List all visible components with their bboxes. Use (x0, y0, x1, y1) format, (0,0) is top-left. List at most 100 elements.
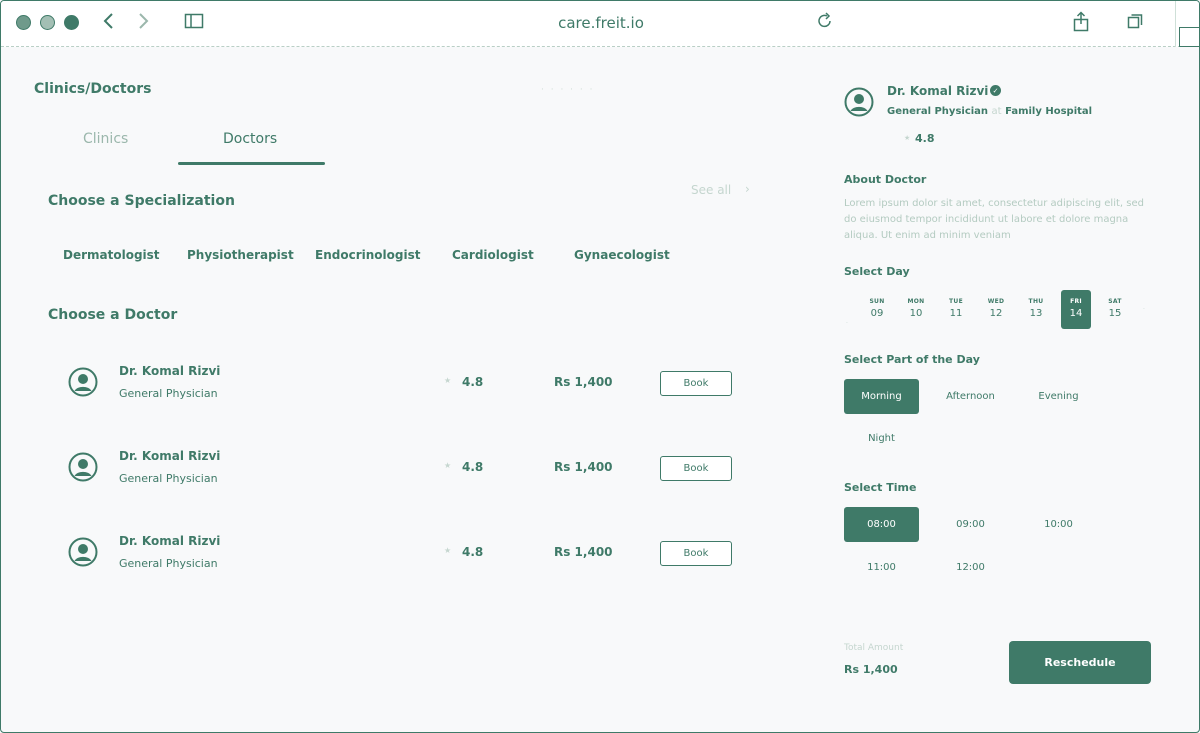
day-option-sat[interactable]: SAT 15 (1100, 290, 1130, 329)
window-maximize-button[interactable] (64, 15, 79, 30)
star-icon: ★ (444, 461, 452, 470)
detail-specialty: General Physician (887, 106, 989, 117)
detail-doctor-specialty-line: General Physician at Family Hospital (887, 106, 1092, 117)
day-option-thu[interactable]: THU 13 (1021, 290, 1051, 329)
book-button[interactable]: Book (660, 541, 732, 566)
scroll-left-indicator[interactable]: · (846, 320, 848, 327)
star-icon: ★ (444, 376, 452, 385)
doctor-price: Rs 1,400 (554, 460, 613, 474)
day-number: 09 (870, 308, 884, 319)
day-option-mon[interactable]: MON 10 (901, 290, 931, 329)
about-doctor-text: Lorem ipsum dolor sit amet, consectetur … (844, 198, 1144, 241)
day-name: FRI (1070, 298, 1082, 305)
browser-toolbar: care.freit.io (1, 1, 1199, 47)
detail-doctor-name: Dr. Komal Rizvi (887, 84, 989, 98)
star-icon: ★ (904, 134, 911, 142)
part-afternoon-button[interactable]: Afternoon (933, 379, 1008, 414)
day-number: 14 (1069, 308, 1083, 319)
time-slot-button[interactable]: 10:00 (1021, 507, 1096, 542)
part-evening-button[interactable]: Evening (1021, 379, 1096, 414)
back-arrow-icon[interactable] (101, 11, 117, 31)
doctor-name: Dr. Komal Rizvi (119, 534, 221, 548)
detail-hospital: Family Hospital (1005, 106, 1093, 117)
doctor-list-item[interactable]: Dr. Komal Rizvi General Physician ★ 4.8 … (49, 436, 769, 506)
specialization-physiotherapist[interactable]: Physiotherapist (187, 248, 294, 262)
avatar-icon (68, 537, 98, 567)
time-slot-button[interactable]: 12:00 (933, 550, 1008, 585)
reschedule-button[interactable]: Reschedule (1009, 641, 1151, 684)
star-icon: ★ (444, 546, 452, 555)
specialization-title: Choose a Specialization (48, 193, 235, 209)
specialization-dermatologist[interactable]: Dermatologist (63, 248, 160, 262)
doctors-title: Choose a Doctor (48, 307, 178, 323)
specialization-cardiologist[interactable]: Cardiologist (452, 248, 534, 262)
doctor-price: Rs 1,400 (554, 375, 613, 389)
total-amount-label: Total Amount (844, 643, 904, 653)
time-slot-button[interactable]: 11:00 (844, 550, 919, 585)
day-number: 12 (989, 308, 1003, 319)
tab-clinics[interactable]: Clinics (83, 131, 128, 147)
book-button[interactable]: Book (660, 371, 732, 396)
share-icon[interactable] (1072, 11, 1090, 33)
doctor-specialty: General Physician (119, 387, 218, 400)
doctor-rating: 4.8 (462, 460, 484, 474)
chevron-right-icon[interactable]: › (745, 182, 750, 196)
select-time-title: Select Time (844, 481, 917, 494)
day-number: 15 (1108, 308, 1122, 319)
day-option-fri[interactable]: FRI 14 (1061, 290, 1091, 329)
doctor-name: Dr. Komal Rizvi (119, 364, 221, 378)
faint-decoration: · · · · · · (541, 85, 595, 95)
window-minimize-button[interactable] (40, 15, 55, 30)
doctor-name: Dr. Komal Rizvi (119, 449, 221, 463)
day-name: SUN (869, 298, 885, 305)
detail-separator: at (991, 106, 1002, 117)
day-name: THU (1028, 298, 1044, 305)
browser-window: care.freit.io Clinics/Doctors · · · · · … (0, 0, 1200, 733)
day-option-wed[interactable]: WED 12 (981, 290, 1011, 329)
part-morning-button[interactable]: Morning (844, 379, 919, 414)
address-bar-url[interactable]: care.freit.io (481, 14, 721, 32)
new-tab-area[interactable] (1175, 1, 1199, 47)
day-number: 10 (909, 308, 923, 319)
doctor-list-item[interactable]: Dr. Komal Rizvi General Physician ★ 4.8 … (49, 521, 769, 591)
doctor-list-item[interactable]: Dr. Komal Rizvi General Physician ★ 4.8 … (49, 351, 769, 421)
day-name: TUE (949, 298, 963, 305)
avatar-icon (68, 452, 98, 482)
specialization-endocrinologist[interactable]: Endocrinologist (315, 248, 420, 262)
page-title: Clinics/Doctors (34, 81, 152, 97)
select-day-title: Select Day (844, 265, 910, 278)
avatar-icon (68, 367, 98, 397)
time-slot-button[interactable]: 09:00 (933, 507, 1008, 542)
reload-icon[interactable] (816, 11, 834, 31)
day-number: 13 (1029, 308, 1043, 319)
day-option-sun[interactable]: SUN 09 (862, 290, 892, 329)
time-slot-button[interactable]: 08:00 (844, 507, 919, 542)
specialization-gynaecologist[interactable]: Gynaecologist (574, 248, 670, 262)
doctor-rating: 4.8 (462, 545, 484, 559)
day-option-tue[interactable]: TUE 11 (941, 290, 971, 329)
part-night-button[interactable]: Night (844, 421, 919, 456)
day-name: WED (987, 298, 1005, 305)
scroll-right-indicator[interactable]: · (1143, 306, 1145, 313)
total-amount-value: Rs 1,400 (844, 663, 898, 676)
doctor-rating: 4.8 (462, 375, 484, 389)
tabs-overview-icon[interactable] (1126, 11, 1144, 31)
tab-doctors[interactable]: Doctors (223, 131, 277, 147)
sidebar-toggle-icon[interactable] (184, 11, 204, 31)
day-name: MON (907, 298, 925, 305)
active-tab-indicator (178, 162, 325, 165)
doctor-price: Rs 1,400 (554, 545, 613, 559)
day-number: 11 (949, 308, 963, 319)
about-doctor-title: About Doctor (844, 173, 927, 186)
day-name: SAT (1108, 298, 1122, 305)
doctor-specialty: General Physician (119, 557, 218, 570)
see-all-link[interactable]: See all (691, 183, 731, 197)
part-of-day-title: Select Part of the Day (844, 353, 980, 366)
verified-check-icon: ✓ (990, 85, 1001, 96)
doctor-specialty: General Physician (119, 472, 218, 485)
detail-rating: 4.8 (915, 132, 935, 145)
book-button[interactable]: Book (660, 456, 732, 481)
detail-avatar-icon (844, 87, 874, 117)
forward-arrow-icon[interactable] (135, 11, 151, 31)
window-close-button[interactable] (16, 15, 31, 30)
